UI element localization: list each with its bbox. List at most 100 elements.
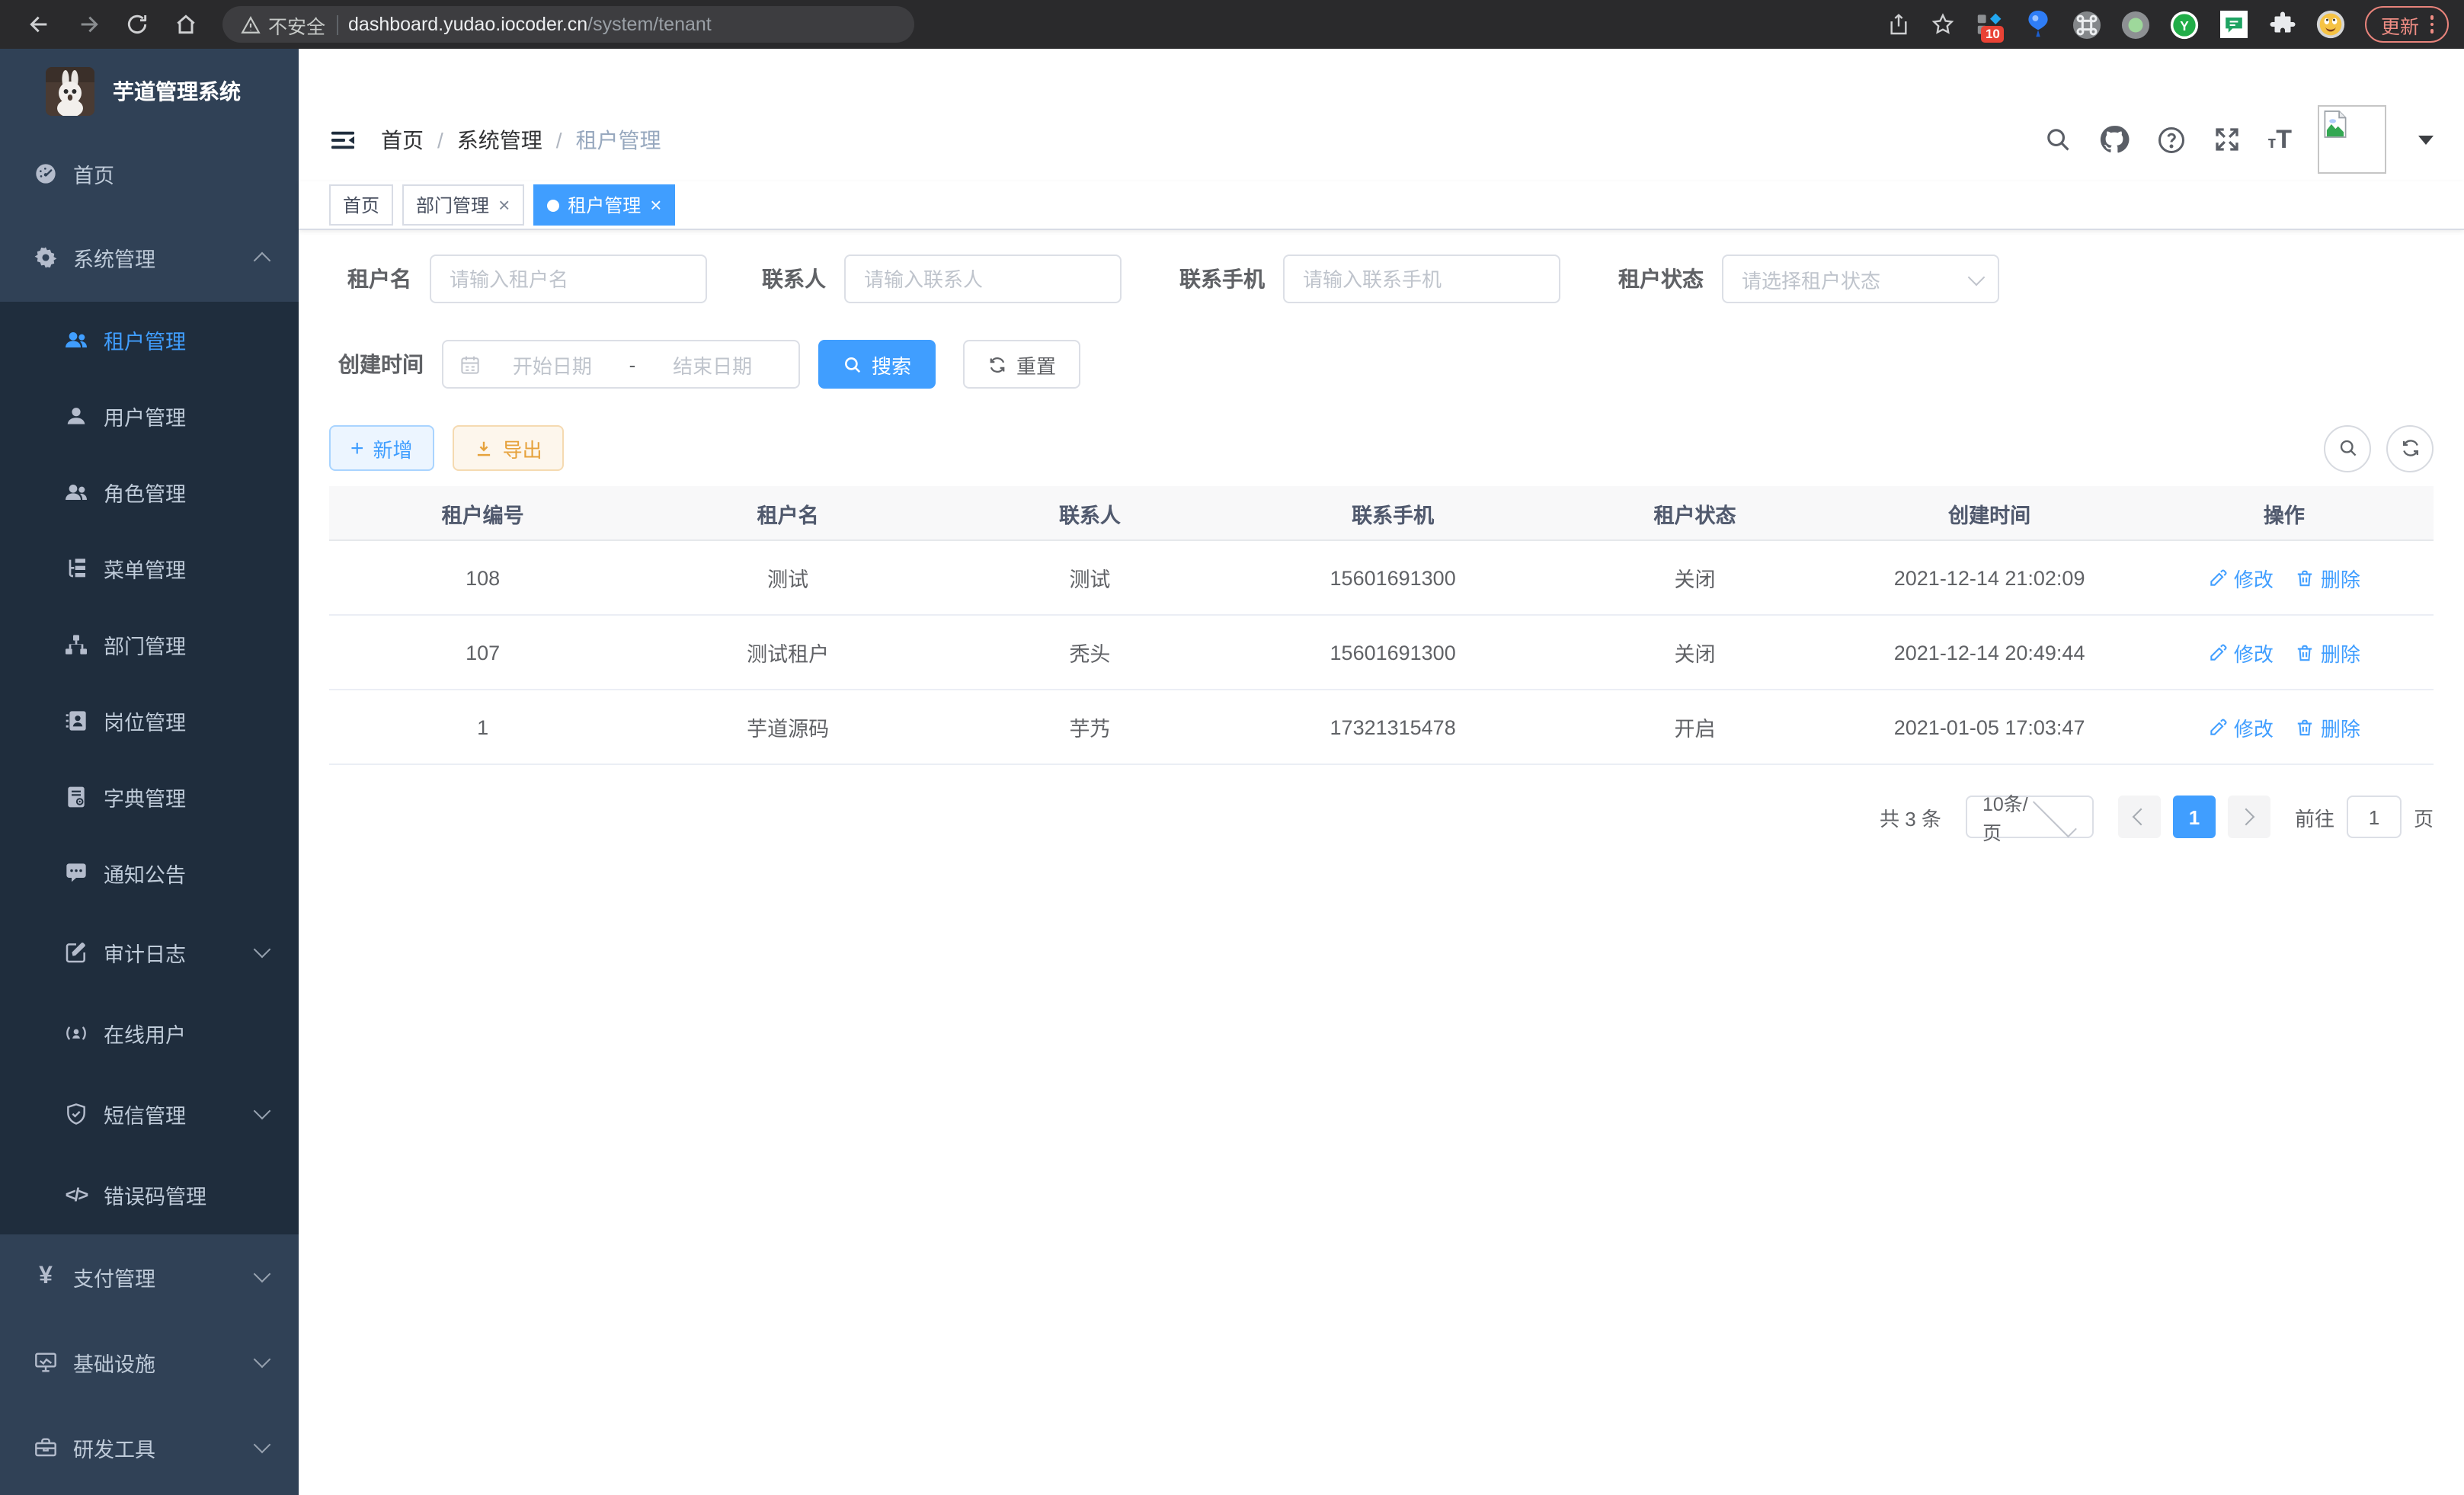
sidebar-item-infra[interactable]: 基础设施	[0, 1320, 299, 1405]
sidebar-item-post[interactable]: 岗位管理	[0, 683, 299, 759]
cell-mobile: 17321315478	[1240, 690, 1545, 764]
reset-button[interactable]: 重置	[963, 340, 1080, 389]
sidebar-item-label: 用户管理	[104, 401, 186, 431]
browser-menu-icon[interactable]	[2430, 16, 2434, 34]
delete-link[interactable]: 删除	[2295, 638, 2360, 667]
tenant-name-input[interactable]	[430, 255, 707, 303]
page-size-select[interactable]: 10条/页	[1966, 796, 2094, 838]
edit-link[interactable]: 修改	[2208, 712, 2274, 741]
filter-mobile: 联系手机	[1158, 255, 1560, 303]
prev-page-button[interactable]	[2118, 796, 2161, 838]
tab-home[interactable]: 首页	[329, 184, 393, 226]
refresh-table-button[interactable]	[2386, 424, 2434, 472]
yudao-icon[interactable]: Y	[2171, 10, 2200, 39]
puzzle-icon[interactable]	[2268, 10, 2297, 39]
user-dropdown-caret[interactable]	[2418, 135, 2434, 144]
github-icon[interactable]	[2098, 123, 2130, 155]
mobile-input[interactable]	[1283, 255, 1560, 303]
search-button[interactable]: 搜索	[818, 340, 936, 389]
chevron-down-icon	[254, 1351, 271, 1369]
screen: 不安全 dashboard.yudao.iocoder.cn/system/te…	[0, 0, 2464, 1495]
emoji-icon[interactable]	[2317, 10, 2346, 39]
app-logo-row[interactable]: 芋道管理系统	[0, 49, 299, 134]
sidebar-item-notice[interactable]: 通知公告	[0, 835, 299, 911]
contact-input[interactable]	[844, 255, 1122, 303]
close-icon[interactable]: ×	[650, 195, 661, 215]
forward-icon[interactable]	[76, 12, 101, 37]
sidebar-item-devtools[interactable]: 研发工具	[0, 1405, 299, 1490]
post-card-icon	[64, 709, 88, 733]
chevron-down-icon	[254, 1436, 271, 1454]
trash-icon	[2295, 717, 2315, 737]
pin-icon[interactable]	[2024, 10, 2053, 39]
active-tab-dot	[546, 199, 558, 211]
security-indicator[interactable]: 不安全	[241, 10, 325, 39]
sidebar-item-system[interactable]: 系统管理	[0, 213, 299, 302]
sidebar-item-errcode[interactable]: </> 错误码管理	[0, 1154, 299, 1234]
hide-search-button[interactable]	[2324, 424, 2371, 472]
breadcrumb-home[interactable]: 首页	[381, 124, 424, 155]
tab-dept[interactable]: 部门管理 ×	[402, 184, 523, 226]
date-range-picker[interactable]: 开始日期 - 结束日期	[442, 340, 800, 389]
sidebar-item-menu[interactable]: 菜单管理	[0, 530, 299, 607]
sidebar-item-user[interactable]: 用户管理	[0, 378, 299, 454]
chevron-right-icon	[2238, 808, 2256, 826]
home-icon[interactable]	[174, 12, 198, 37]
page-1-button[interactable]: 1	[2173, 796, 2216, 838]
security-label: 不安全	[268, 10, 325, 39]
tab-tenant[interactable]: 租户管理 ×	[533, 184, 675, 226]
user-icon	[64, 404, 88, 428]
tenant-table: 租户编号 租户名 联系人 联系手机 租户状态 创建时间 操作 108 测试 测试	[329, 486, 2434, 765]
search-icon[interactable]	[2043, 125, 2072, 154]
delete-link[interactable]: 删除	[2295, 712, 2360, 741]
sidebar-item-audit[interactable]: 审计日志	[0, 911, 299, 992]
col-header-create-time: 创建时间	[1845, 486, 2135, 540]
edit-link[interactable]: 修改	[2208, 638, 2274, 667]
cell-create-time: 2021-12-14 21:02:09	[1845, 540, 2135, 615]
pagination: 共 3 条 10条/页 1 前往 页	[329, 796, 2434, 838]
table-row: 1 芋道源码 芋艿 17321315478 开启 2021-01-05 17:0…	[329, 690, 2434, 764]
share-icon[interactable]	[1887, 12, 1912, 37]
goto-page-input[interactable]	[2347, 796, 2402, 838]
url-bar[interactable]: 不安全 dashboard.yudao.iocoder.cn/system/te…	[222, 6, 914, 43]
next-page-button[interactable]	[2228, 796, 2270, 838]
status-select[interactable]: 请选择租户状态	[1722, 255, 1999, 303]
sidebar-collapse-icon[interactable]	[329, 126, 357, 153]
delete-link[interactable]: 删除	[2295, 563, 2360, 592]
sidebar-item-sms[interactable]: 短信管理	[0, 1073, 299, 1154]
cell-contact: 测试	[939, 540, 1240, 615]
edit-link[interactable]: 修改	[2208, 563, 2274, 592]
recorder-icon[interactable]	[2122, 10, 2151, 39]
command-icon[interactable]	[2073, 10, 2102, 39]
search-icon	[2337, 437, 2358, 459]
sidebar-item-label: 部门管理	[104, 629, 186, 660]
reload-icon[interactable]	[125, 12, 149, 37]
tampermonkey-icon[interactable]: 10	[1976, 10, 2005, 39]
sidebar-item-dept[interactable]: 部门管理	[0, 607, 299, 683]
sidebar-item-label: 审计日志	[104, 936, 186, 967]
help-icon[interactable]	[2156, 124, 2187, 155]
cell-tenant-id: 1	[329, 690, 636, 764]
back-icon[interactable]	[27, 12, 52, 37]
bookmark-star-icon[interactable]	[1931, 12, 1956, 37]
pay-yen-icon: ¥	[34, 1265, 58, 1289]
avatar[interactable]	[2318, 105, 2386, 174]
chat-icon[interactable]	[2219, 10, 2248, 39]
sidebar-item-pay[interactable]: ¥ 支付管理	[0, 1234, 299, 1320]
page-content: 租户名 联系人 联系手机 租户状态 请选择租户状态	[299, 230, 2464, 838]
export-button[interactable]: 导出	[453, 425, 564, 471]
add-button[interactable]: + 新增	[329, 425, 434, 471]
close-icon[interactable]: ×	[498, 195, 510, 215]
sidebar-item-role[interactable]: 角色管理	[0, 454, 299, 530]
breadcrumb-system[interactable]: 系统管理	[457, 124, 542, 155]
chrome-update-button[interactable]: 更新	[2366, 6, 2449, 43]
cell-tenant-name: 测试租户	[636, 615, 939, 690]
sidebar-item-online[interactable]: 在线用户	[0, 992, 299, 1073]
delete-label: 删除	[2321, 563, 2360, 592]
sidebar-item-dict[interactable]: 字典管理	[0, 759, 299, 835]
font-size-icon[interactable]: тT	[2267, 126, 2292, 152]
calendar-icon	[459, 353, 482, 376]
sidebar-item-tenant[interactable]: 租户管理	[0, 302, 299, 378]
fullscreen-icon[interactable]	[2213, 125, 2242, 154]
sidebar-item-home[interactable]: 首页	[0, 134, 299, 213]
